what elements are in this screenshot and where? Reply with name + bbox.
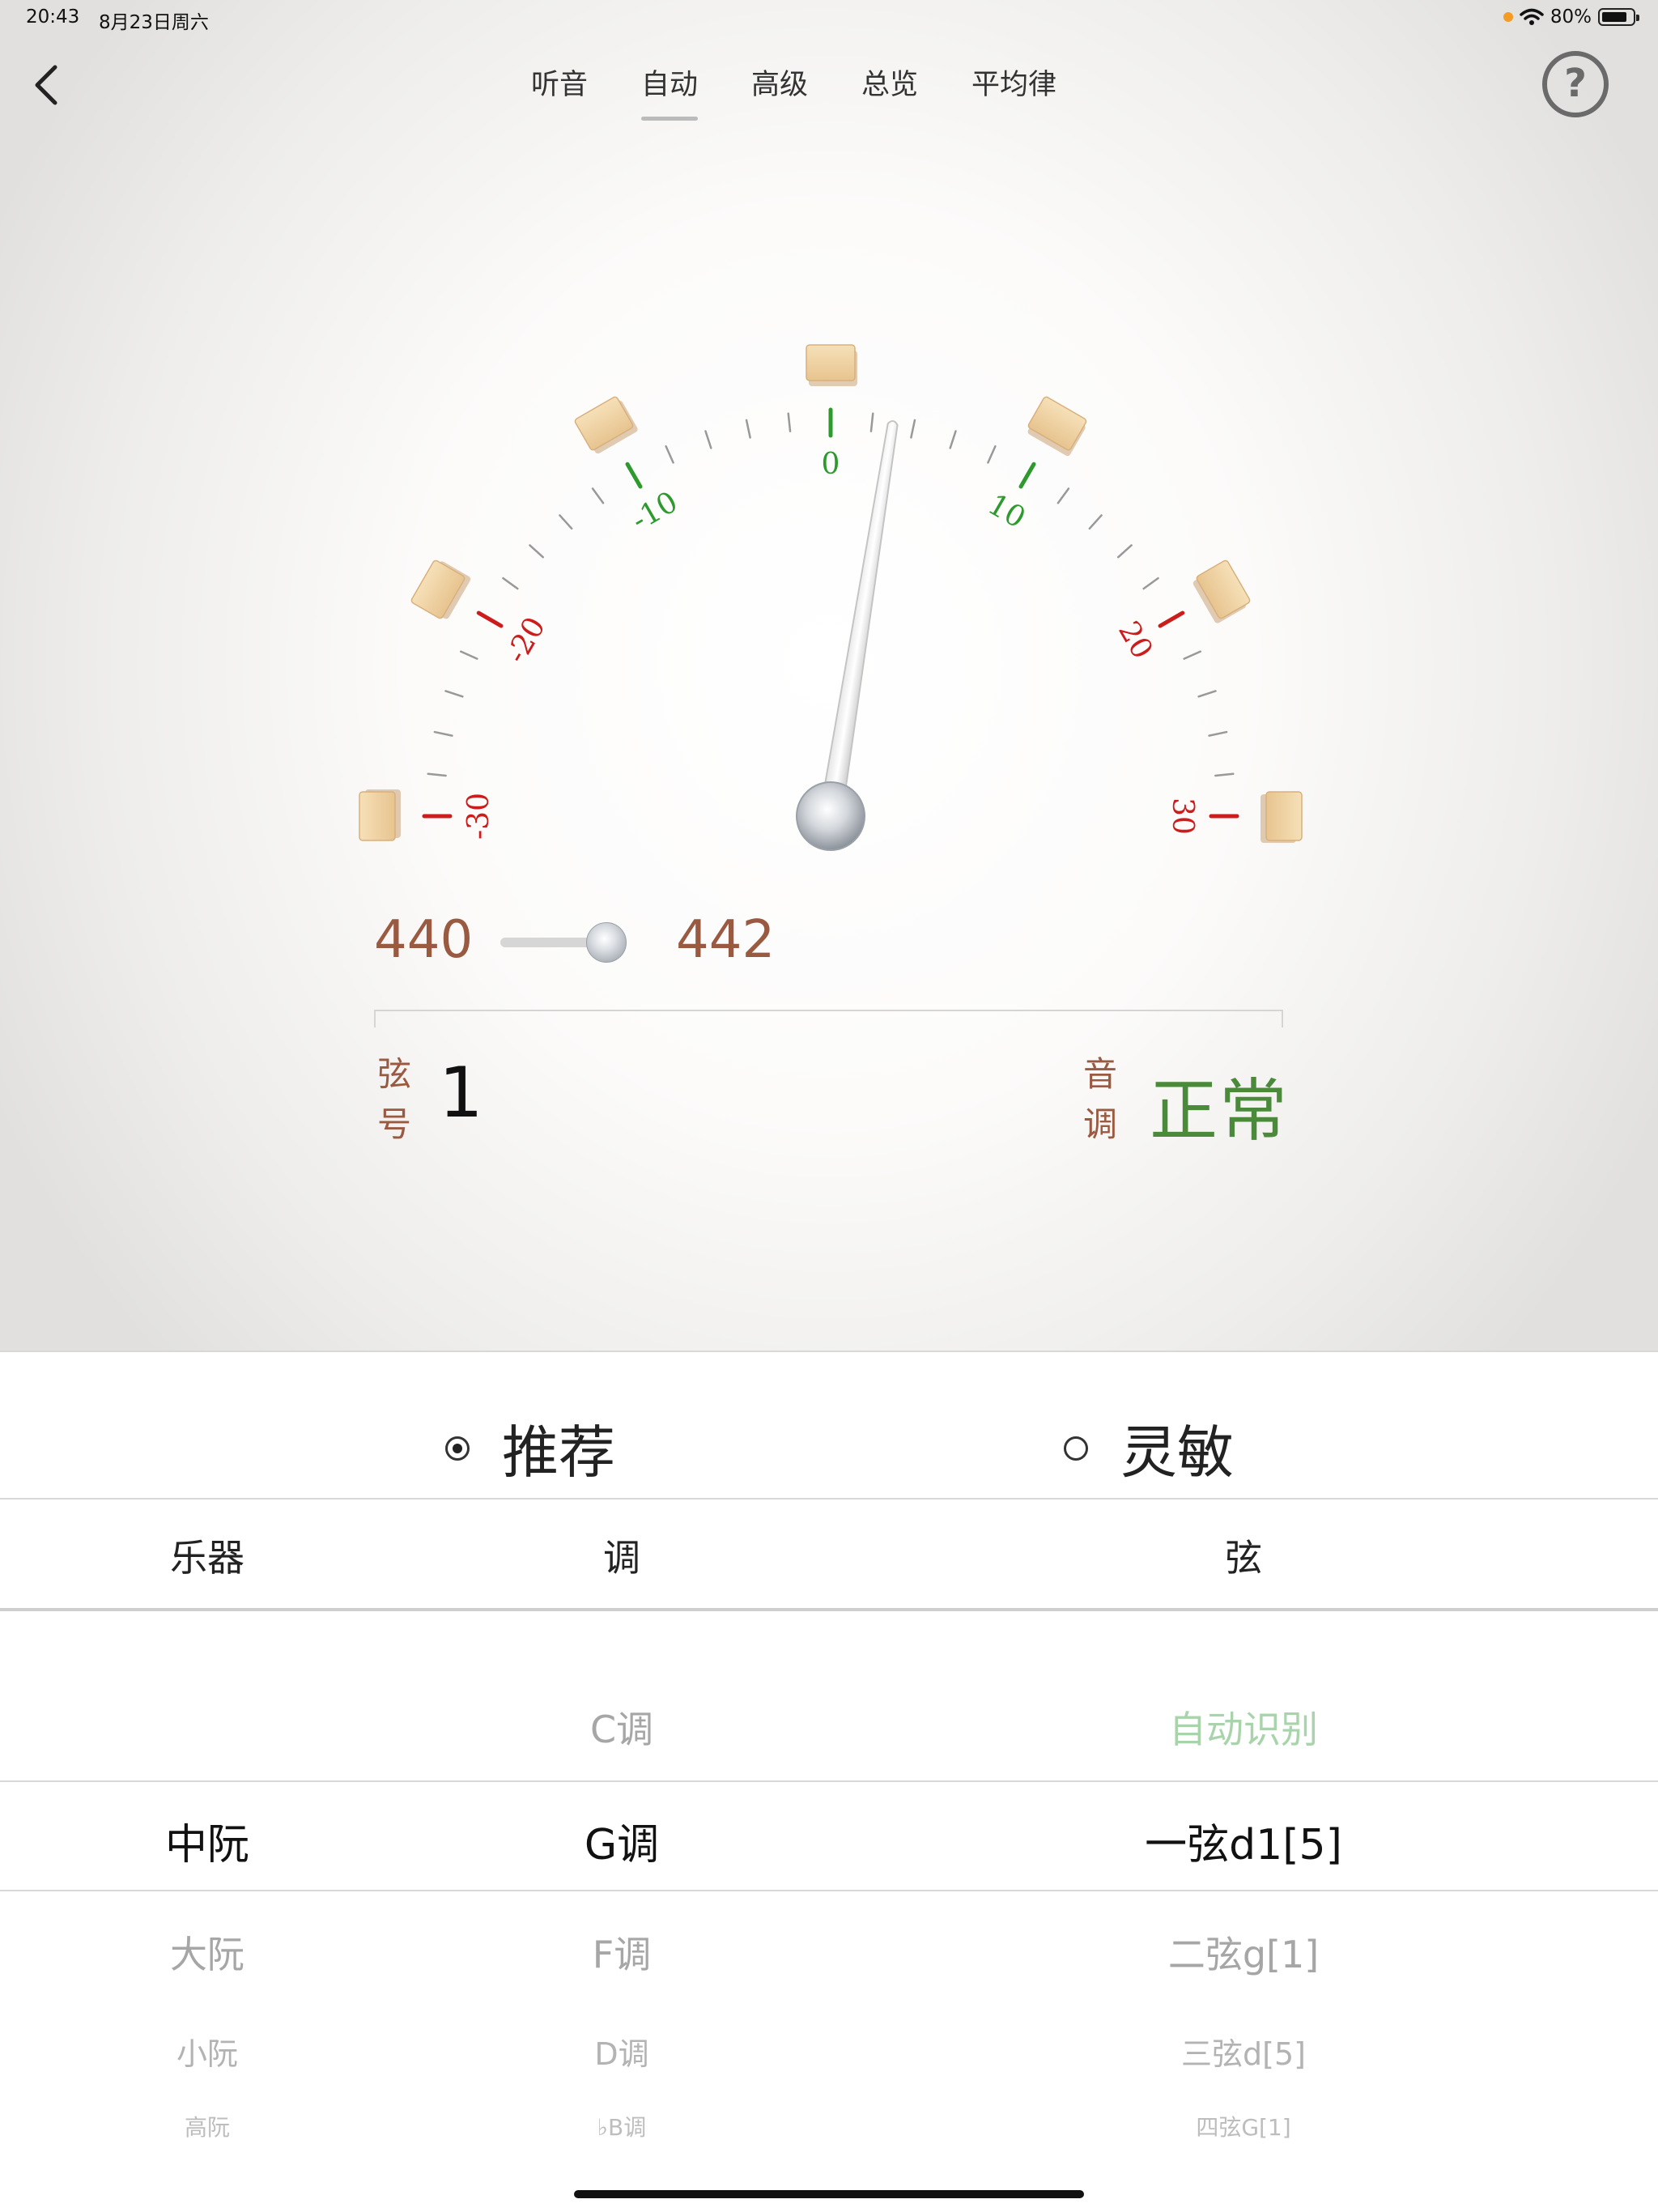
gauge-tick — [459, 650, 478, 660]
column-header-instrument: 乐器 — [170, 1536, 244, 1580]
gauge-tick — [625, 462, 643, 489]
gauge-tick — [427, 772, 447, 777]
gauge-tick — [787, 412, 792, 432]
string-label: 弦号 — [374, 1049, 414, 1150]
gauge-tick — [1183, 650, 1202, 660]
key-option-3[interactable]: ♭B调 — [460, 2110, 784, 2142]
gauge-tick — [869, 412, 874, 432]
gauge-tick — [987, 445, 997, 464]
key-option-above[interactable]: C调 — [460, 1700, 784, 1754]
gauge-end-block — [410, 559, 471, 619]
string-number: 1 — [439, 1053, 483, 1134]
column-header-string: 弦 — [1225, 1536, 1262, 1580]
gauge-scale-label: 20 — [1112, 616, 1158, 665]
gauge-tick — [1088, 514, 1103, 530]
gauge-end-block — [1261, 791, 1303, 843]
gauge-tick — [1142, 576, 1159, 590]
gauge-scale-label: 0 — [822, 448, 840, 481]
mode-recommended-label: 推荐 — [502, 1419, 615, 1486]
gauge-scale-label: -20 — [500, 611, 551, 669]
pitch-status: 正常 — [1150, 1071, 1290, 1151]
string-option-1[interactable]: 二弦g[1] — [1082, 1925, 1405, 1979]
gauge-end-block — [574, 396, 638, 454]
gauge-tick — [502, 576, 519, 590]
gauge-end-block — [359, 789, 401, 841]
gauge-tick — [949, 430, 957, 449]
gauge-tick — [444, 690, 464, 698]
gauge-tick — [910, 419, 916, 439]
gauge-scale-label: 30 — [1166, 798, 1199, 835]
key-option-1[interactable]: F调 — [460, 1925, 784, 1979]
string-label-text: 弦号 — [376, 1054, 411, 1144]
gauge-tick — [665, 445, 674, 464]
mode-divider — [0, 1498, 1658, 1499]
gauge-tick — [1018, 462, 1036, 489]
gauge-tick — [1197, 690, 1217, 698]
readout-divider — [374, 1010, 1283, 1027]
gauge-end-block — [806, 344, 857, 386]
reference-min: 440 — [374, 910, 474, 970]
string-selected[interactable]: 一弦d1[5] — [1082, 1810, 1405, 1871]
selection-bottom-line — [0, 1890, 1658, 1891]
gauge-tick — [476, 610, 504, 628]
top-border — [0, 1351, 1658, 1352]
header-divider — [0, 1608, 1658, 1611]
instrument-option-2[interactable]: 小阮 — [45, 2029, 369, 2074]
pitch-label-text: 音调 — [1082, 1054, 1117, 1144]
mode-recommended-option[interactable]: 推荐 — [445, 1407, 615, 1489]
instrument-selected[interactable]: 中阮 — [45, 1810, 369, 1871]
tuner-panel: 20:43 8月23日周六 80% 听音 自动 高级 总览 平均律 ? -30 … — [0, 0, 1658, 1351]
string-option-3[interactable]: 四弦G[1] — [1082, 2110, 1405, 2142]
gauge-end-block — [1192, 559, 1251, 623]
pitch-label: 音调 — [1080, 1049, 1120, 1150]
gauge-tick — [433, 730, 453, 737]
gauge-tick — [591, 487, 605, 504]
gauge-tick — [1158, 610, 1185, 628]
gauge-tick — [1116, 544, 1133, 559]
home-indicator — [574, 2190, 1084, 2198]
gauge-tick — [559, 514, 573, 530]
gauge-scale-label: -10 — [626, 485, 683, 537]
instrument-option-1[interactable]: 大阮 — [45, 1925, 369, 1979]
gauge-end-block — [1027, 396, 1087, 457]
mode-sensitive-label: 灵敏 — [1120, 1419, 1234, 1486]
string-option-auto[interactable]: 自动识别 — [1082, 1700, 1405, 1754]
selection-top-line — [0, 1780, 1658, 1782]
key-selected[interactable]: G调 — [460, 1810, 784, 1871]
instrument-option-3[interactable]: 高阮 — [45, 2110, 369, 2142]
gauge-tick — [529, 544, 545, 559]
gauge-scale-label: 10 — [982, 488, 1031, 535]
settings-panel: 推荐 灵敏 乐器 调 弦 C调 自动识别 中阮 G调 一弦d1[5] 大阮 F调… — [0, 1351, 1658, 2212]
tuning-gauge: -30 -20 -10 0 10 20 30 — [359, 344, 1303, 851]
gauge-tick — [1056, 487, 1070, 504]
reference-max: 442 — [676, 910, 776, 970]
gauge-tick — [1208, 730, 1228, 737]
gauge-tick — [745, 419, 751, 439]
radio-selected-icon — [445, 1436, 470, 1461]
mode-sensitive-option[interactable]: 灵敏 — [1064, 1407, 1234, 1489]
key-option-2[interactable]: D调 — [460, 2029, 784, 2074]
string-option-2[interactable]: 三弦d[5] — [1082, 2029, 1405, 2074]
reference-slider-knob[interactable] — [585, 922, 627, 963]
gauge-tick — [704, 430, 712, 449]
needle-hub — [796, 781, 865, 851]
column-header-key: 调 — [603, 1536, 640, 1580]
gauge-tick — [1214, 772, 1235, 777]
gauge-scale-label: -30 — [462, 793, 495, 840]
radio-unselected-icon — [1064, 1436, 1088, 1461]
